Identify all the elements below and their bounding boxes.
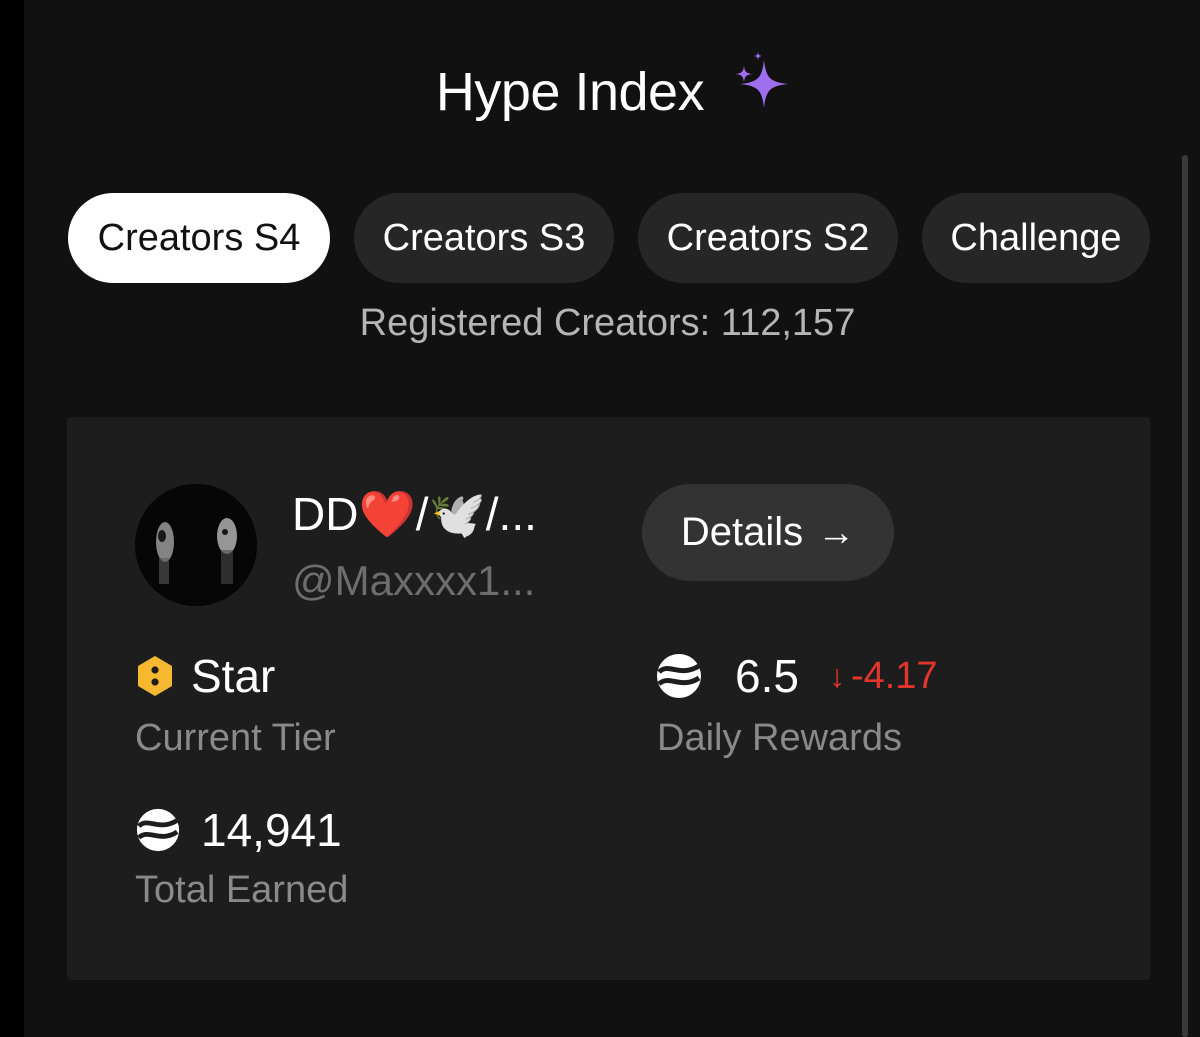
creator-handle: @Maxxxx1... [292, 557, 536, 604]
daily-rewards-stat: 6.5 ↓ -4.17 [655, 649, 938, 703]
total-earned-label: Total Earned [135, 869, 349, 911]
scrollbar[interactable] [1182, 155, 1188, 1037]
tab-creators-s3[interactable]: Creators S3 [354, 193, 614, 283]
coin-icon [657, 654, 701, 698]
avatar[interactable] [135, 484, 257, 606]
tab-challenge[interactable]: Challenge [922, 193, 1150, 283]
creator-name: DD❤️/🕊️/... [292, 488, 537, 540]
tab-creators-s4[interactable]: Creators S4 [68, 193, 330, 283]
details-button[interactable]: Details → [642, 484, 894, 581]
season-tabs: Creators S4 Creators S3 Creators S2 Chal… [68, 193, 1150, 283]
tier-value: Star [191, 650, 276, 702]
details-label: Details [680, 510, 804, 554]
total-earned-value: 14,941 [201, 804, 342, 856]
tier-badge-icon [138, 656, 172, 696]
sparkles-icon [736, 52, 788, 108]
daily-rewards-value: 6.5 [735, 650, 799, 702]
daily-rewards-delta: ↓ -4.17 [829, 655, 938, 698]
header: Hype Index [0, 52, 1200, 132]
coin-icon [136, 808, 180, 852]
down-arrow-icon: ↓ [828, 657, 845, 694]
tier-label: Current Tier [135, 717, 336, 759]
arrow-right-icon: → [817, 511, 856, 554]
delta-value: -4.17 [850, 654, 938, 697]
daily-rewards-label: Daily Rewards [657, 717, 902, 759]
registered-creators-count: Registered Creators: 112,157 [359, 302, 856, 344]
tier-stat: Star [135, 649, 275, 703]
total-earned-stat: 14,941 [135, 803, 342, 857]
creator-card: DD❤️/🕊️/... @Maxxxx1... Details → Star C… [67, 417, 1150, 980]
tab-creators-s2[interactable]: Creators S2 [638, 193, 898, 283]
page-title: Hype Index [435, 62, 705, 122]
